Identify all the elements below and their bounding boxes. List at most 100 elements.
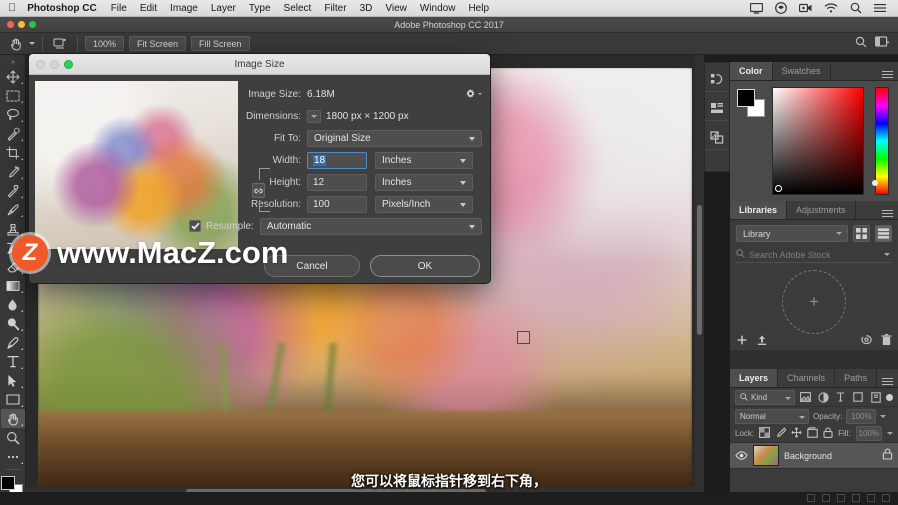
fit-screen-button[interactable]: Fit Screen (129, 36, 187, 51)
fill-screen-button[interactable]: Fill Screen (191, 36, 250, 51)
hand-tool[interactable] (0, 409, 25, 428)
delete-icon[interactable] (881, 333, 892, 351)
panel-menu-icon[interactable] (882, 369, 893, 387)
horizontal-type-tool[interactable] (1, 352, 25, 371)
hue-slider[interactable] (872, 87, 889, 195)
menu-item-image[interactable]: Image (170, 3, 198, 14)
filter-pixel-icon[interactable] (799, 390, 812, 404)
blend-mode-select[interactable]: Normal (735, 408, 809, 424)
zoom-100-button[interactable]: 100% (85, 36, 125, 51)
fill-chevron-down-icon[interactable] (887, 432, 893, 435)
lock-all-icon[interactable] (823, 425, 833, 443)
library-drop-zone[interactable]: + (730, 269, 898, 334)
width-unit-select[interactable]: Inches (375, 151, 473, 169)
resolution-unit-select[interactable]: Pixels/Inch (375, 195, 473, 213)
menu-item-window[interactable]: Window (420, 3, 456, 14)
eraser-tool[interactable] (1, 257, 25, 276)
spotlight-search-icon[interactable] (850, 2, 862, 14)
screen-record-icon[interactable] (799, 3, 812, 13)
add-item-icon[interactable] (736, 333, 748, 351)
menu-item-layer[interactable]: Layer (211, 3, 236, 14)
rectangular-marquee-tool[interactable] (1, 86, 25, 105)
menu-item-filter[interactable]: Filter (324, 3, 346, 14)
upload-icon[interactable] (756, 333, 768, 351)
resize-handle-marker[interactable] (517, 331, 530, 344)
brush-tool[interactable] (1, 200, 25, 219)
dimensions-unit-select[interactable] (307, 109, 321, 123)
move-tool[interactable] (1, 67, 25, 86)
fit-to-select[interactable]: Original Size (307, 129, 482, 147)
menu-item-view[interactable]: View (385, 3, 407, 14)
search-icon[interactable] (855, 35, 867, 53)
opacity-value[interactable]: 100% (846, 408, 877, 424)
edit-toolbar-tool[interactable] (1, 447, 25, 466)
chevron-down-icon[interactable] (884, 253, 890, 256)
quick-selection-tool[interactable] (1, 124, 25, 143)
properties-panel-icon[interactable] (706, 97, 728, 121)
layer-name[interactable]: Background (784, 451, 832, 461)
layer-filter-kind-select[interactable]: Kind (735, 389, 795, 405)
filter-adjustment-icon[interactable] (816, 390, 829, 404)
rotate-view-icon[interactable] (50, 35, 70, 53)
dodge-tool[interactable] (1, 314, 25, 333)
wifi-icon[interactable] (824, 3, 838, 13)
library-select[interactable]: Library (736, 225, 848, 242)
hand-tool-icon[interactable] (6, 35, 26, 53)
clone-stamp-tool[interactable] (1, 219, 25, 238)
display-icon[interactable] (750, 2, 763, 14)
close-button[interactable] (36, 59, 45, 69)
lock-artboard-icon[interactable] (807, 425, 818, 443)
opacity-chevron-down-icon[interactable] (880, 414, 887, 418)
width-input[interactable]: 18 (307, 151, 367, 169)
tab-channels[interactable]: Channels (778, 369, 836, 387)
fill-value[interactable]: 100% (855, 426, 882, 441)
tab-libraries[interactable]: Libraries (730, 201, 788, 219)
panel-menu-icon[interactable] (882, 62, 893, 80)
vertical-scrollbar[interactable] (695, 55, 704, 505)
grid-view-icon[interactable] (853, 225, 870, 242)
menu-item-help[interactable]: Help (468, 3, 489, 14)
menu-item-file[interactable]: File (111, 3, 127, 14)
rectangle-tool[interactable] (1, 390, 25, 409)
adobe-stock-search[interactable]: Search Adobe Stock (736, 247, 892, 263)
eyedropper-tool[interactable] (1, 162, 25, 181)
lasso-tool[interactable] (1, 105, 25, 124)
filter-smart-object-icon[interactable] (869, 390, 882, 404)
blur-tool[interactable] (1, 295, 25, 314)
tab-layers[interactable]: Layers (730, 369, 779, 387)
vertical-scrollbar-thumb[interactable] (697, 205, 702, 335)
lock-icon[interactable] (882, 447, 893, 465)
tab-swatches[interactable]: Swatches (772, 62, 831, 80)
double-chevron-icon[interactable]: » (0, 57, 25, 67)
dropbox-icon[interactable] (775, 2, 787, 14)
menu-app-name[interactable]: Photoshop CC (27, 3, 96, 14)
pen-tool[interactable] (1, 333, 25, 352)
history-brush-tool[interactable] (1, 238, 25, 257)
maximize-button[interactable] (29, 21, 36, 28)
tab-adjustments[interactable]: Adjustments (787, 201, 856, 219)
list-view-icon[interactable] (875, 225, 892, 242)
sync-icon[interactable] (860, 333, 873, 351)
filter-shape-icon[interactable] (851, 390, 864, 404)
lock-image-pixels-icon[interactable] (775, 425, 787, 443)
ok-button[interactable]: OK (370, 255, 480, 277)
filter-enable-toggle[interactable] (886, 393, 893, 401)
color-chips[interactable] (737, 89, 765, 117)
close-button[interactable] (7, 21, 14, 28)
menu-item-edit[interactable]: Edit (140, 3, 157, 14)
tab-color[interactable]: Color (730, 62, 773, 80)
window-controls[interactable] (7, 21, 36, 28)
tool-preset-chevron-down-icon[interactable] (29, 42, 35, 45)
apple-icon[interactable]:  (8, 2, 16, 14)
dialog-window-controls[interactable] (36, 59, 73, 69)
link-constrain-icon[interactable] (252, 167, 272, 213)
height-input[interactable]: 12 (307, 173, 367, 191)
history-panel-icon[interactable] (706, 68, 728, 92)
menu-item-select[interactable]: Select (284, 3, 312, 14)
layer-row-background[interactable]: Background (730, 442, 898, 469)
lock-transparent-pixels-icon[interactable] (759, 425, 771, 443)
eye-icon[interactable] (735, 447, 748, 465)
zoom-tool[interactable] (1, 428, 25, 447)
height-unit-select[interactable]: Inches (375, 173, 473, 191)
filter-type-icon[interactable] (834, 390, 847, 404)
